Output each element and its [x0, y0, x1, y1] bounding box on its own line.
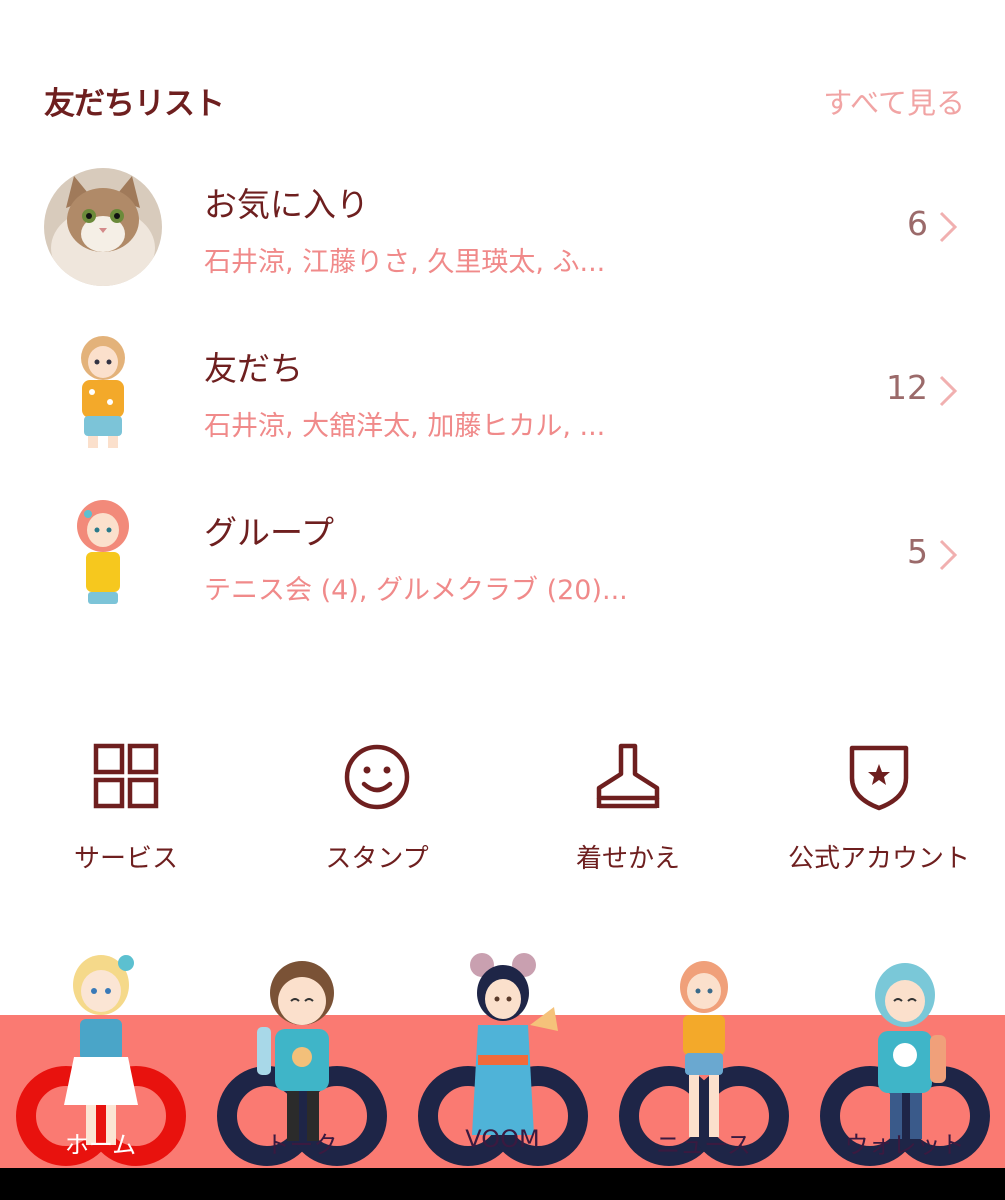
girl-yellow-shirt-avatar [44, 332, 162, 450]
shortcut-themes[interactable]: 着せかえ [508, 740, 748, 880]
list-item-groups[interactable]: グループ テニス会 (4), グルメクラブ (20)... 5 [44, 496, 964, 626]
chevron-right-icon [939, 539, 958, 571]
section-title: 友だちリスト [44, 86, 225, 122]
group-count: 12 [886, 368, 928, 407]
tab-label: ウォレット [844, 1131, 965, 1159]
shield-star-icon [849, 745, 909, 811]
girl-pink-hair-avatar [44, 496, 162, 614]
chevron-right-icon [939, 211, 958, 243]
shortcut-label: 着せかえ [575, 844, 680, 874]
tab-label: ニュース [656, 1131, 751, 1159]
tab-label: VOOM [465, 1125, 540, 1153]
tab-news[interactable]: ニュース [603, 945, 804, 1170]
tab-label: ホーム [64, 1131, 137, 1159]
group-count: 6 [907, 204, 928, 243]
cat-photo-avatar [44, 168, 162, 286]
shortcut-services[interactable]: サービス [6, 740, 246, 880]
group-title: グループ [204, 513, 335, 552]
list-item-favorites[interactable]: お気に入り 石井涼, 江藤りさ, 久里瑛太, ふ... 6 [44, 168, 964, 298]
tab-talk[interactable]: トーク [201, 945, 402, 1170]
shortcut-official-accounts[interactable]: 公式アカウント [759, 740, 999, 880]
shortcut-stickers[interactable]: スタンプ [257, 740, 497, 880]
grid-icon [93, 743, 159, 809]
tab-home[interactable]: ホーム [0, 945, 201, 1170]
tab-wallet[interactable]: ウォレット [804, 945, 1005, 1170]
shortcut-label: サービス [73, 844, 178, 874]
group-members: 石井涼, 大舘洋太, 加藤ヒカル, ... [204, 411, 606, 442]
brush-icon [596, 743, 660, 809]
smiley-icon [344, 744, 410, 810]
see-all-link[interactable]: すべて見る [823, 80, 965, 122]
friend-list-header: 友だちリスト すべて見る [44, 78, 965, 122]
list-item-friends[interactable]: 友だち 石井涼, 大舘洋太, 加藤ヒカル, ... 12 [44, 332, 964, 462]
group-count: 5 [907, 532, 928, 571]
shortcut-label: 公式アカウント [787, 844, 970, 874]
group-title: 友だち [204, 349, 303, 388]
group-title: お気に入り [204, 185, 369, 224]
shortcut-bar: サービス スタンプ 着せかえ 公式アカウント [0, 740, 1005, 880]
tab-label: トーク [265, 1131, 338, 1159]
chevron-right-icon [939, 375, 958, 407]
shortcut-label: スタンプ [325, 844, 429, 874]
group-members: 石井涼, 江藤りさ, 久里瑛太, ふ... [204, 247, 606, 278]
system-nav-strip [0, 1168, 1005, 1200]
tab-voom[interactable]: VOOM [402, 945, 603, 1170]
group-members: テニス会 (4), グルメクラブ (20)... [204, 575, 628, 606]
